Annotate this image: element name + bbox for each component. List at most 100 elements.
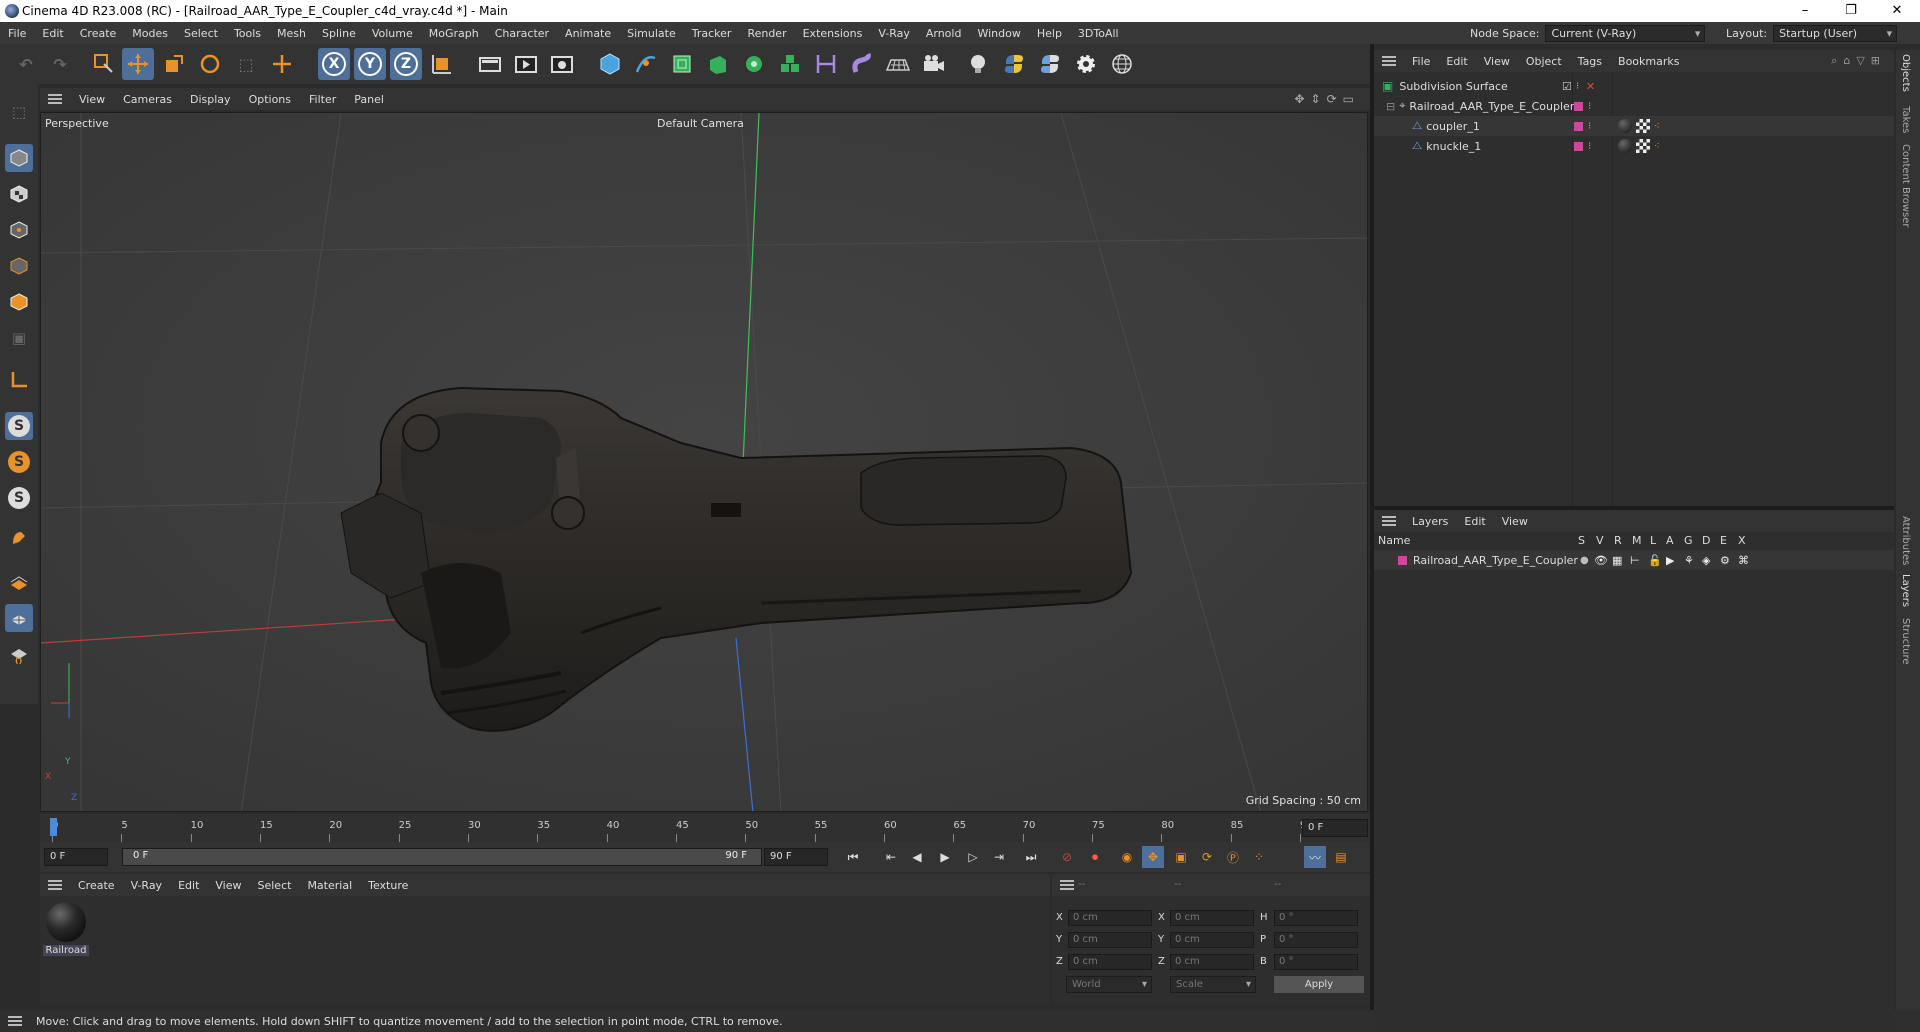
locked-workplane-icon[interactable] bbox=[5, 604, 33, 632]
cube-primitive-icon[interactable] bbox=[594, 48, 626, 80]
menu-file[interactable]: File bbox=[0, 27, 34, 40]
material-menu-texture[interactable]: Texture bbox=[360, 879, 416, 892]
material-menu-select[interactable]: Select bbox=[250, 879, 300, 892]
layer-xref-icon[interactable]: ⌘ bbox=[1738, 554, 1749, 567]
menu-render[interactable]: Render bbox=[739, 27, 794, 40]
previous-key-icon[interactable]: ⇤ bbox=[880, 846, 902, 868]
uvw-tag-icon[interactable] bbox=[1636, 119, 1650, 133]
model-mode-icon[interactable] bbox=[5, 144, 33, 172]
scale-key-icon[interactable]: ▣ bbox=[1170, 846, 1192, 868]
layout-dropdown[interactable]: Startup (User) bbox=[1773, 24, 1898, 42]
material-hamburger-icon[interactable] bbox=[48, 880, 62, 890]
point-level-key-icon[interactable]: ⁘ bbox=[1248, 846, 1270, 868]
measure-icon[interactable] bbox=[810, 48, 842, 80]
menu-help[interactable]: Help bbox=[1029, 27, 1070, 40]
frame-range-slider[interactable]: 0 F 90 F bbox=[122, 848, 762, 866]
viewport-hamburger-icon[interactable] bbox=[48, 94, 62, 104]
viewport-menu-cameras[interactable]: Cameras bbox=[114, 93, 181, 106]
tab-objects[interactable]: Objects bbox=[1900, 54, 1911, 92]
coord-pos-z-field[interactable]: 0 cm bbox=[1068, 954, 1152, 970]
current-frame-field[interactable]: 0 F bbox=[1302, 819, 1368, 837]
coord-rot-b-field[interactable]: 0 ° bbox=[1274, 954, 1358, 970]
layer-view-eye-icon[interactable]: 👁 bbox=[1594, 554, 1608, 567]
material-menu-material[interactable]: Material bbox=[299, 879, 360, 892]
timeline-window-icon[interactable]: ▤ bbox=[1330, 846, 1352, 868]
phong-tag-icon[interactable]: ⁖ bbox=[1654, 121, 1660, 132]
layer-color-tag[interactable] bbox=[1574, 141, 1583, 151]
camera-icon[interactable] bbox=[918, 48, 950, 80]
viewport-nav-icons[interactable]: ✥⇕⟳▭ bbox=[1294, 92, 1360, 106]
go-to-end-icon[interactable]: ⏭ bbox=[1020, 846, 1042, 868]
snap-enable-icon[interactable]: S bbox=[5, 412, 33, 440]
rotation-key-icon[interactable]: ⟳ bbox=[1196, 846, 1218, 868]
layer-generators-icon[interactable]: ⚘ bbox=[1684, 554, 1694, 567]
auto-keying-icon[interactable]: ⏺ bbox=[1084, 846, 1106, 868]
extrude-generator-icon[interactable] bbox=[702, 48, 734, 80]
menu-window[interactable]: Window bbox=[969, 27, 1028, 40]
go-to-start-icon[interactable]: ⏮ bbox=[842, 846, 864, 868]
tab-takes[interactable]: Takes bbox=[1900, 106, 1911, 133]
planar-workplane-icon[interactable]: () bbox=[5, 640, 33, 668]
layer-lock-icon[interactable]: 🔓 bbox=[1648, 554, 1662, 567]
layer-menu-edit[interactable]: Edit bbox=[1456, 515, 1493, 528]
layer-manager-icon[interactable]: ⊢ bbox=[1630, 554, 1640, 567]
snap-settings-icon[interactable]: S bbox=[5, 448, 33, 476]
object-menu-tags[interactable]: Tags bbox=[1570, 55, 1610, 68]
workplane-icon[interactable] bbox=[5, 568, 33, 596]
menu-mograph[interactable]: MoGraph bbox=[421, 27, 487, 40]
layer-render-icon[interactable]: ▦ bbox=[1612, 554, 1622, 567]
layer-menu-layers[interactable]: Layers bbox=[1404, 515, 1456, 528]
tab-attributes[interactable]: Attributes bbox=[1900, 516, 1911, 565]
light-icon[interactable] bbox=[962, 48, 994, 80]
layer-menu-view[interactable]: View bbox=[1494, 515, 1536, 528]
coord-scale-dropdown[interactable]: Scale bbox=[1170, 976, 1256, 993]
record-keys-icon[interactable]: ⊘ bbox=[1056, 846, 1078, 868]
menu-modes[interactable]: Modes bbox=[124, 27, 176, 40]
snap-workplane-icon[interactable]: S bbox=[5, 484, 33, 512]
scale-tool-icon[interactable] bbox=[158, 48, 190, 80]
pen-spline-icon[interactable] bbox=[630, 48, 662, 80]
object-row-knuckle-1[interactable]: ⧍ knuckle_1 ⁝ ⁖ bbox=[1374, 136, 1894, 156]
maximize-button[interactable]: ❐ bbox=[1828, 0, 1874, 22]
subdivision-surface-icon[interactable] bbox=[666, 48, 698, 80]
minimize-button[interactable]: – bbox=[1782, 0, 1828, 22]
render-view-icon[interactable] bbox=[510, 48, 542, 80]
layer-color-swatch[interactable] bbox=[1398, 555, 1407, 565]
menu-vray[interactable]: V-Ray bbox=[870, 27, 918, 40]
points-mode-icon[interactable] bbox=[5, 216, 33, 244]
mograph-fracture-icon[interactable] bbox=[774, 48, 806, 80]
menu-edit[interactable]: Edit bbox=[34, 27, 71, 40]
viewport-menu-display[interactable]: Display bbox=[181, 93, 240, 106]
timeline-playhead[interactable] bbox=[50, 818, 57, 836]
viewport-menu-panel[interactable]: Panel bbox=[345, 93, 393, 106]
coord-size-z-field[interactable]: 0 cm bbox=[1170, 954, 1254, 970]
tweak-mode-icon[interactable] bbox=[5, 524, 33, 552]
edit-checkbox-icon[interactable]: ☑ bbox=[1562, 80, 1572, 93]
keyframe-selection-icon[interactable]: ◉ bbox=[1116, 846, 1138, 868]
menu-tools[interactable]: Tools bbox=[226, 27, 269, 40]
floor-icon[interactable] bbox=[882, 48, 914, 80]
material-menu-vray[interactable]: V-Ray bbox=[123, 879, 171, 892]
coord-size-x-field[interactable]: 0 cm bbox=[1170, 910, 1254, 926]
coordinates-hamburger-icon[interactable] bbox=[1060, 880, 1074, 890]
layer-hamburger-icon[interactable] bbox=[1382, 516, 1396, 526]
python-icon[interactable] bbox=[998, 48, 1030, 80]
globe-icon[interactable] bbox=[1106, 48, 1138, 80]
object-menu-file[interactable]: File bbox=[1404, 55, 1438, 68]
menu-create[interactable]: Create bbox=[72, 27, 125, 40]
object-row-railroad-coupler[interactable]: ⊟ ⌖ Railroad_AAR_Type_E_Coupler ⁝ bbox=[1374, 96, 1894, 116]
layer-expressions-icon[interactable]: ⚙ bbox=[1720, 554, 1730, 567]
object-menu-view[interactable]: View bbox=[1476, 55, 1518, 68]
node-space-dropdown[interactable]: Current (V-Ray) bbox=[1545, 24, 1706, 42]
coord-rot-p-field[interactable]: 0 ° bbox=[1274, 932, 1358, 948]
live-selection-icon[interactable] bbox=[86, 48, 118, 80]
viewport-menu-view[interactable]: View bbox=[70, 93, 114, 106]
viewport-menu-options[interactable]: Options bbox=[240, 93, 300, 106]
menu-extensions[interactable]: Extensions bbox=[795, 27, 871, 40]
object-hamburger-icon[interactable] bbox=[1382, 56, 1396, 66]
edges-mode-icon[interactable] bbox=[5, 252, 33, 280]
coord-world-dropdown[interactable]: World bbox=[1066, 976, 1152, 993]
layer-animation-icon[interactable]: ▶ bbox=[1666, 554, 1674, 567]
motion-system-icon[interactable]: 〰 bbox=[1304, 846, 1326, 868]
material-menu-edit[interactable]: Edit bbox=[170, 879, 207, 892]
